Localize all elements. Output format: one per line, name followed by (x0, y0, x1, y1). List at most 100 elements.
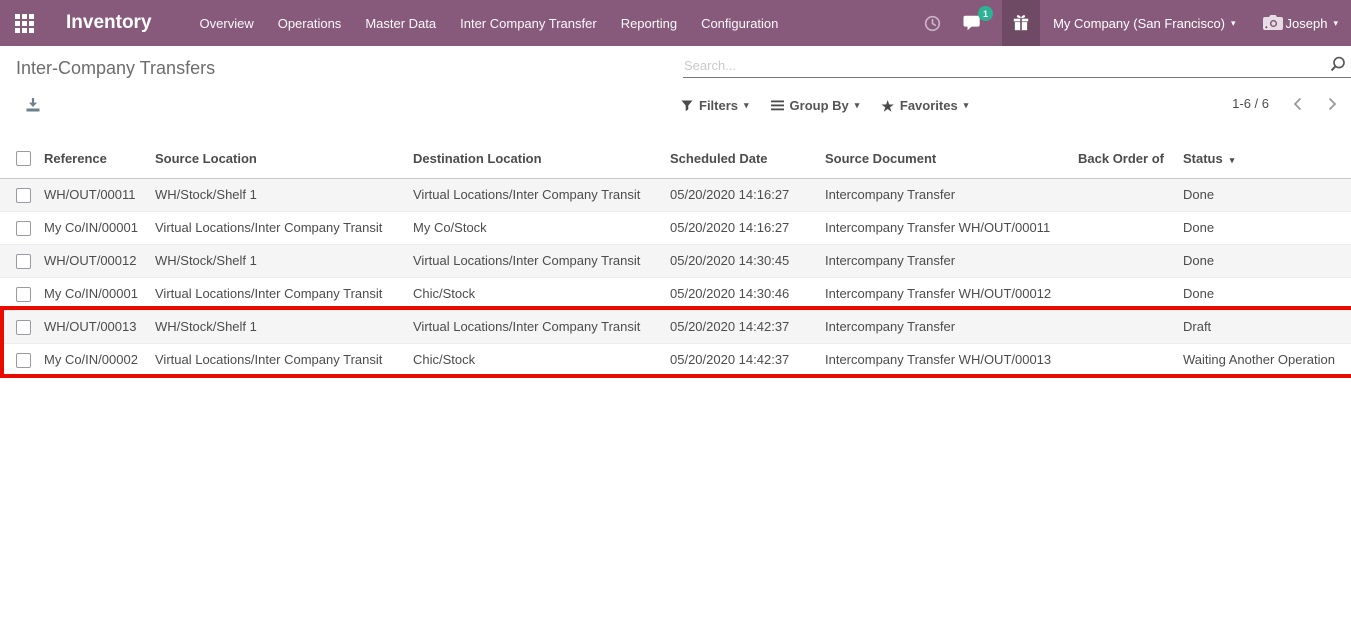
cell-scheduled-date: 05/20/2020 14:30:45 (670, 244, 825, 277)
cell-destination-location: Chic/Stock (413, 277, 670, 310)
funnel-icon (681, 100, 693, 112)
systray: 1 My Company (San Francisco) ▾ Jos (924, 0, 1351, 46)
company-selector[interactable]: My Company (San Francisco) ▾ (1040, 0, 1248, 46)
page-title: Inter-Company Transfers (16, 58, 215, 79)
cell-source-location: WH/Stock/Shelf 1 (155, 310, 413, 343)
cell-source-document: Intercompany Transfer WH/OUT/00012 (825, 277, 1078, 310)
column-header-status[interactable]: Status▾ (1166, 139, 1351, 178)
cell-back-order-of (1078, 277, 1166, 310)
gift-button[interactable] (1002, 0, 1040, 46)
table-row[interactable]: WH/OUT/00011 WH/Stock/Shelf 1 Virtual Lo… (0, 178, 1351, 211)
control-panel-buttons: Filters ▾ Group By ▾ ★ Favorites ▾ 1-6 /… (0, 91, 1351, 125)
nav-item-operations[interactable]: Operations (266, 16, 354, 31)
row-checkbox[interactable] (16, 287, 31, 302)
user-menu[interactable]: Joseph ▾ (1249, 0, 1351, 46)
row-checkbox[interactable] (16, 320, 31, 335)
cell-source-location: Virtual Locations/Inter Company Transit (155, 211, 413, 244)
cell-source-document: Intercompany Transfer WH/OUT/00013 (825, 343, 1078, 376)
nav-item-configuration[interactable]: Configuration (689, 16, 790, 31)
cell-back-order-of (1078, 211, 1166, 244)
row-checkbox[interactable] (16, 221, 31, 236)
search-icon[interactable] (1329, 56, 1346, 76)
pager-previous-button[interactable] (1293, 97, 1302, 111)
cell-destination-location: Virtual Locations/Inter Company Transit (413, 244, 670, 277)
cell-reference: WH/OUT/00011 (44, 178, 155, 211)
cell-reference: My Co/IN/00001 (44, 277, 155, 310)
apps-menu-button[interactable] (0, 0, 48, 46)
activities-button[interactable] (924, 15, 941, 32)
search-input[interactable] (683, 56, 1351, 78)
select-all-checkbox[interactable] (16, 151, 31, 166)
cell-back-order-of (1078, 178, 1166, 211)
cell-destination-location: My Co/Stock (413, 211, 670, 244)
cell-status: Done (1166, 244, 1351, 277)
nav-item-inter-company-transfer[interactable]: Inter Company Transfer (448, 16, 609, 31)
column-header-reference[interactable]: Reference (44, 139, 155, 178)
avatar-camera-icon (1262, 14, 1284, 32)
search-bar (683, 56, 1351, 80)
table-row[interactable]: My Co/IN/00001 Virtual Locations/Inter C… (0, 277, 1351, 310)
pager-range: 1-6 / 6 (1232, 96, 1269, 111)
favorites-label: Favorites (900, 98, 958, 113)
cell-scheduled-date: 05/20/2020 14:30:46 (670, 277, 825, 310)
cell-source-location: WH/Stock/Shelf 1 (155, 178, 413, 211)
group-by-icon (771, 100, 784, 111)
chevron-down-icon: ▾ (964, 101, 969, 110)
cell-source-location: WH/Stock/Shelf 1 (155, 244, 413, 277)
transfers-table: Reference Source Location Destination Lo… (0, 139, 1351, 376)
cell-source-location: Virtual Locations/Inter Company Transit (155, 343, 413, 376)
table-row[interactable]: WH/OUT/00012 WH/Stock/Shelf 1 Virtual Lo… (0, 244, 1351, 277)
chevron-down-icon: ▾ (855, 101, 860, 110)
pager-next-button[interactable] (1328, 97, 1337, 111)
favorites-button[interactable]: ★ Favorites ▾ (881, 98, 968, 113)
pager: 1-6 / 6 (1232, 96, 1337, 111)
row-checkbox[interactable] (16, 353, 31, 368)
column-header-scheduled-date[interactable]: Scheduled Date (670, 139, 825, 178)
group-by-label: Group By (790, 98, 849, 113)
cell-scheduled-date: 05/20/2020 14:16:27 (670, 178, 825, 211)
chevron-down-icon: ▾ (1333, 19, 1338, 28)
filters-label: Filters (699, 98, 738, 113)
cell-status: Waiting Another Operation (1166, 343, 1351, 376)
user-name: Joseph (1286, 16, 1328, 31)
cell-source-location: Virtual Locations/Inter Company Transit (155, 277, 413, 310)
row-checkbox[interactable] (16, 188, 31, 203)
apps-grid-icon (15, 14, 34, 33)
cell-back-order-of (1078, 244, 1166, 277)
table-row[interactable]: My Co/IN/00002 Virtual Locations/Inter C… (0, 343, 1351, 376)
cell-scheduled-date: 05/20/2020 14:42:37 (670, 343, 825, 376)
cell-status: Done (1166, 277, 1351, 310)
chevron-down-icon: ▾ (744, 101, 749, 110)
download-icon (25, 97, 41, 113)
filter-toolbar: Filters ▾ Group By ▾ ★ Favorites ▾ (681, 98, 990, 113)
table-row[interactable]: My Co/IN/00001 Virtual Locations/Inter C… (0, 211, 1351, 244)
cell-back-order-of (1078, 310, 1166, 343)
nav-item-overview[interactable]: Overview (188, 16, 266, 31)
nav-item-master-data[interactable]: Master Data (353, 16, 448, 31)
column-header-back-order-of[interactable]: Back Order of (1078, 139, 1166, 178)
app-title[interactable]: Inventory (66, 12, 152, 34)
column-header-destination-location[interactable]: Destination Location (413, 139, 670, 178)
table-header-row: Reference Source Location Destination Lo… (0, 139, 1351, 178)
cell-reference: WH/OUT/00012 (44, 244, 155, 277)
export-button[interactable] (25, 97, 41, 116)
company-name: My Company (San Francisco) (1053, 16, 1225, 31)
messages-button[interactable]: 1 (963, 14, 982, 32)
table-row[interactable]: WH/OUT/00013 WH/Stock/Shelf 1 Virtual Lo… (0, 310, 1351, 343)
chevron-left-icon (1293, 97, 1302, 111)
filters-button[interactable]: Filters ▾ (681, 98, 749, 113)
cell-source-document: Intercompany Transfer WH/OUT/00011 (825, 211, 1078, 244)
chevron-down-icon: ▾ (1231, 19, 1236, 28)
nav-item-reporting[interactable]: Reporting (609, 16, 689, 31)
cell-status: Draft (1166, 310, 1351, 343)
chevron-right-icon (1328, 97, 1337, 111)
cell-source-document: Intercompany Transfer (825, 244, 1078, 277)
cell-reference: My Co/IN/00002 (44, 343, 155, 376)
cell-back-order-of (1078, 343, 1166, 376)
column-header-source-location[interactable]: Source Location (155, 139, 413, 178)
column-header-source-document[interactable]: Source Document (825, 139, 1078, 178)
group-by-button[interactable]: Group By ▾ (771, 98, 860, 113)
row-checkbox[interactable] (16, 254, 31, 269)
cell-destination-location: Virtual Locations/Inter Company Transit (413, 310, 670, 343)
cell-scheduled-date: 05/20/2020 14:16:27 (670, 211, 825, 244)
